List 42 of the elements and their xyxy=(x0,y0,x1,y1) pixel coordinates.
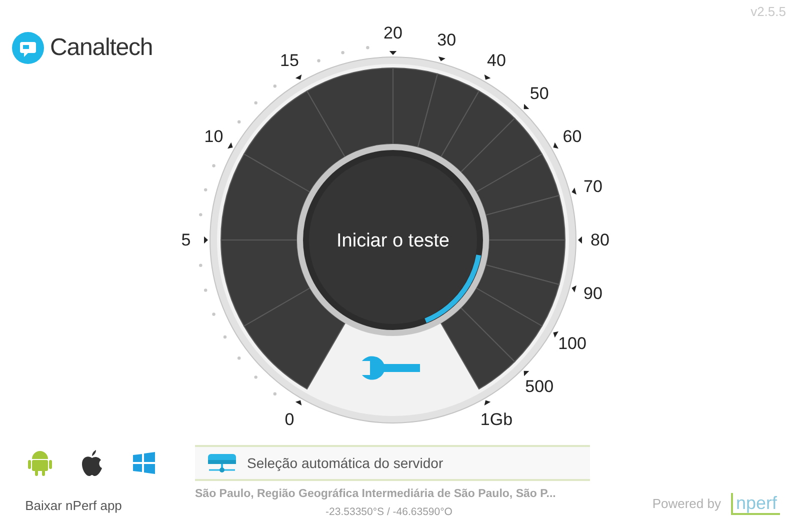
server-coordinates: -23.53350°S / -46.63590°O xyxy=(326,505,452,520)
scale-label: 500 xyxy=(525,376,554,396)
tick-mark xyxy=(295,400,302,406)
server-selector[interactable]: Seleção automática do servidor xyxy=(195,445,590,481)
scale-label: 70 xyxy=(583,176,602,196)
download-app-label: Baixar nPerf app xyxy=(25,497,123,515)
start-button[interactable]: Iniciar o teste xyxy=(297,144,489,336)
powered-by-label: Powered by xyxy=(652,494,721,513)
windows-icon[interactable] xyxy=(132,451,156,475)
scale-label: 30 xyxy=(437,30,456,50)
scale-label: 1Gb xyxy=(480,410,513,429)
tick-mark xyxy=(438,56,446,62)
tick-mark xyxy=(524,370,530,376)
scale-label: 5 xyxy=(181,230,191,250)
apple-icon[interactable] xyxy=(80,449,104,477)
tick-mark xyxy=(524,104,530,110)
loading-arc xyxy=(424,254,482,323)
logo-text: Canaltech xyxy=(50,33,153,63)
scale-label: 20 xyxy=(384,24,402,42)
scale-label: 40 xyxy=(487,51,506,70)
wrench-icon[interactable] xyxy=(362,356,420,380)
scale-label: 10 xyxy=(204,127,224,146)
scale-label: 50 xyxy=(530,84,549,104)
android-icon[interactable] xyxy=(26,449,52,477)
logo-icon xyxy=(12,32,44,64)
scale-label: 0 xyxy=(284,410,294,429)
tick-mark xyxy=(484,400,491,406)
scale-label: 90 xyxy=(583,284,602,304)
tick-mark xyxy=(572,188,576,195)
brand-logo: nperf xyxy=(730,493,780,515)
tick-mark xyxy=(553,142,558,149)
server-location: São Paulo, Região Geográfica Intermediária de São Paulo, São P... xyxy=(195,487,557,502)
tick-mark xyxy=(228,142,233,149)
scale-label: 60 xyxy=(562,127,582,146)
scale-label: 15 xyxy=(280,51,299,70)
server-icon xyxy=(207,452,237,474)
scale-label: 100 xyxy=(558,334,586,353)
tick-mark xyxy=(295,74,302,80)
tick-mark xyxy=(484,74,491,80)
scale-label: 80 xyxy=(590,230,610,250)
tick-mark xyxy=(572,285,576,292)
tick-mark xyxy=(553,331,558,338)
